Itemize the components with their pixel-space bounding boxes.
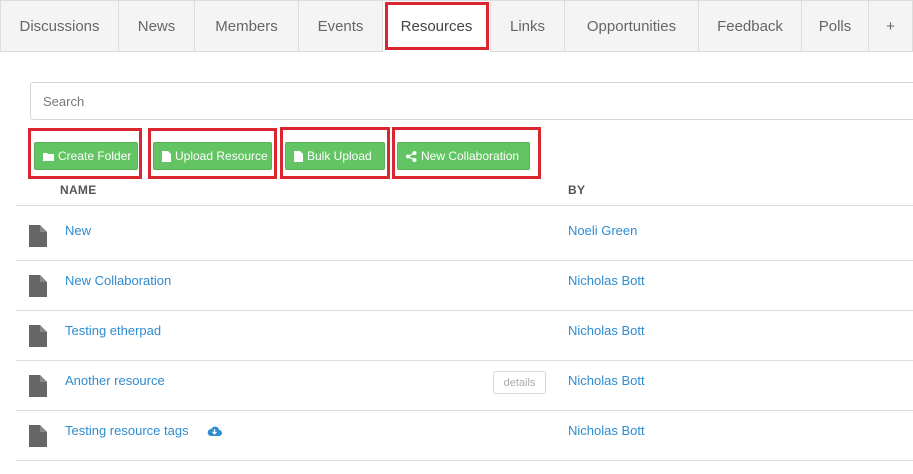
author-link[interactable]: Nicholas Bott — [568, 423, 645, 438]
resource-link[interactable]: Another resource — [65, 373, 165, 388]
folder-icon — [43, 152, 54, 161]
tab-add[interactable]: + — [869, 0, 913, 52]
divider — [16, 260, 913, 261]
file-icon — [29, 325, 47, 352]
tab-bar: Discussions News Members Events Resource… — [0, 0, 913, 52]
resource-link[interactable]: Testing resource tags — [65, 423, 189, 438]
search-input[interactable] — [30, 82, 913, 120]
tab-opportunities[interactable]: Opportunities — [565, 0, 699, 52]
divider — [16, 360, 913, 361]
file-icon — [29, 275, 47, 302]
tab-resources[interactable]: Resources — [383, 0, 491, 52]
tab-news[interactable]: News — [119, 0, 195, 52]
tab-feedback[interactable]: Feedback — [699, 0, 802, 52]
author-link[interactable]: Nicholas Bott — [568, 323, 645, 338]
author-link[interactable]: Nicholas Bott — [568, 373, 645, 388]
column-header-name: NAME — [60, 183, 97, 197]
file-icon — [162, 150, 171, 162]
divider — [16, 460, 913, 461]
column-header-by: BY — [568, 183, 586, 197]
file-icon — [29, 425, 47, 452]
create-folder-button[interactable]: Create Folder — [34, 142, 138, 170]
upload-resource-button[interactable]: Upload Resource — [153, 142, 272, 170]
resource-link[interactable]: Testing etherpad — [65, 323, 161, 338]
new-collaboration-button[interactable]: New Collaboration — [397, 142, 530, 170]
tab-discussions[interactable]: Discussions — [0, 0, 119, 52]
resource-link[interactable]: New — [65, 223, 91, 238]
tab-polls[interactable]: Polls — [802, 0, 869, 52]
tab-links[interactable]: Links — [491, 0, 565, 52]
divider — [16, 310, 913, 311]
resource-link[interactable]: New Collaboration — [65, 273, 171, 288]
cloud-download-icon[interactable] — [207, 424, 222, 442]
tab-members[interactable]: Members — [195, 0, 299, 52]
file-icon — [29, 225, 47, 252]
share-icon — [406, 150, 417, 162]
tab-events[interactable]: Events — [299, 0, 383, 52]
bulk-upload-button[interactable]: Bulk Upload — [285, 142, 385, 170]
author-link[interactable]: Noeli Green — [568, 223, 637, 238]
details-button[interactable]: details — [493, 371, 546, 394]
author-link[interactable]: Nicholas Bott — [568, 273, 645, 288]
divider — [16, 410, 913, 411]
file-icon — [29, 375, 47, 402]
file-icon — [294, 150, 303, 162]
divider — [16, 205, 913, 206]
